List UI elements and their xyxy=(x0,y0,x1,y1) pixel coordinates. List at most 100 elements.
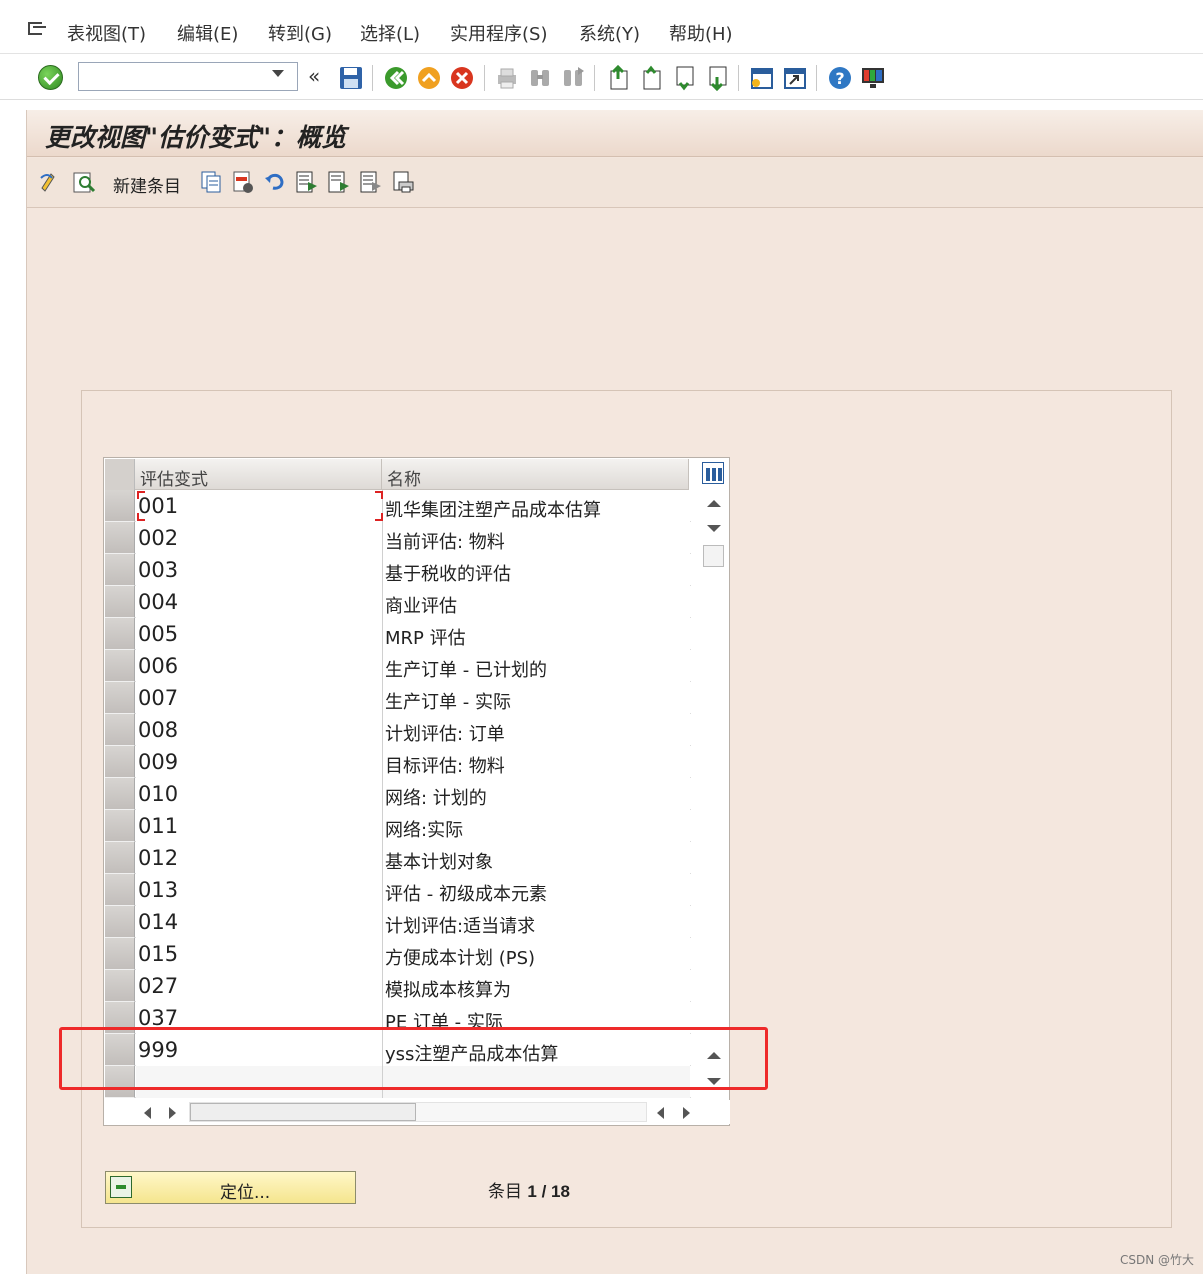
table-settings-icon[interactable] xyxy=(702,462,724,484)
variant-cell[interactable]: 008 xyxy=(136,714,383,746)
menu-utilities[interactable]: 实用程序(S) xyxy=(450,20,547,46)
row-selector[interactable] xyxy=(105,490,135,522)
find-icon[interactable] xyxy=(527,65,553,91)
menu-system[interactable]: 系统(Y) xyxy=(579,20,640,46)
variant-cell[interactable]: 010 xyxy=(136,778,383,810)
row-selector[interactable] xyxy=(105,554,135,586)
menu-table-view[interactable]: 表视图(T) xyxy=(67,20,146,46)
row-selector[interactable] xyxy=(105,778,135,810)
name-cell[interactable]: 模拟成本核算为 xyxy=(383,970,690,1002)
display-find-icon[interactable] xyxy=(72,170,96,194)
column-header-variant[interactable]: 评估变式 xyxy=(135,459,382,490)
copy-as-icon[interactable] xyxy=(199,170,223,194)
command-dropdown-icon[interactable] xyxy=(272,70,284,77)
variant-cell[interactable]: 004 xyxy=(136,586,383,618)
column-header-name[interactable]: 名称 xyxy=(382,459,689,490)
vertical-scrollbar[interactable] xyxy=(702,490,726,1098)
print-list-icon[interactable] xyxy=(391,170,415,194)
variant-cell[interactable]: 012 xyxy=(136,842,383,874)
name-cell[interactable]: 基本计划对象 xyxy=(383,842,690,874)
previous-page-icon[interactable] xyxy=(638,65,664,91)
scroll-up-icon[interactable] xyxy=(707,500,721,507)
name-cell[interactable]: 计划评估:适当请求 xyxy=(383,906,690,938)
row-selector[interactable] xyxy=(105,906,135,938)
collapse-command-icon[interactable]: « xyxy=(308,64,320,88)
scroll-down-icon[interactable] xyxy=(707,525,721,532)
scroll-left-icon[interactable] xyxy=(144,1107,151,1119)
last-page-icon[interactable] xyxy=(704,65,730,91)
select-block-icon[interactable] xyxy=(327,170,351,194)
menu-edit[interactable]: 编辑(E) xyxy=(177,20,238,46)
menu-goto[interactable]: 转到(G) xyxy=(268,20,332,46)
scroll-right-icon[interactable] xyxy=(683,1107,690,1119)
row-selector[interactable] xyxy=(105,618,135,650)
row-selector[interactable] xyxy=(105,970,135,1002)
find-next-icon[interactable] xyxy=(560,65,586,91)
delete-icon[interactable] xyxy=(231,170,255,194)
variant-cell[interactable]: 013 xyxy=(136,874,383,906)
row-selector[interactable] xyxy=(105,682,135,714)
print-icon[interactable] xyxy=(494,65,520,91)
name-cell[interactable]: 凯华集团注塑产品成本估算 xyxy=(383,490,690,522)
row-selector[interactable] xyxy=(105,586,135,618)
horizontal-scrollbar[interactable] xyxy=(134,1100,730,1124)
scroll-left-icon[interactable] xyxy=(657,1107,664,1119)
undo-change-icon[interactable] xyxy=(263,170,287,194)
row-selector[interactable] xyxy=(105,938,135,970)
name-cell[interactable]: 目标评估: 物料 xyxy=(383,746,690,778)
row-selector[interactable] xyxy=(105,810,135,842)
variant-cell[interactable]: 003 xyxy=(136,554,383,586)
name-cell[interactable]: 生产订单 - 实际 xyxy=(383,682,690,714)
row-selector[interactable] xyxy=(105,650,135,682)
name-cell[interactable]: 计划评估: 订单 xyxy=(383,714,690,746)
variant-cell[interactable]: 006 xyxy=(136,650,383,682)
row-selector[interactable] xyxy=(105,746,135,778)
create-session-icon[interactable] xyxy=(749,65,775,91)
scroll-thumb[interactable] xyxy=(703,545,724,567)
name-cell[interactable]: 方便成本计划 (PS) xyxy=(383,938,690,970)
menu-toggle-icon[interactable] xyxy=(26,20,48,38)
back-icon[interactable] xyxy=(383,65,409,91)
name-cell[interactable]: 基于税收的评估 xyxy=(383,554,690,586)
name-cell[interactable]: 商业评估 xyxy=(383,586,690,618)
variant-cell[interactable]: 027 xyxy=(136,970,383,1002)
select-all-header[interactable] xyxy=(105,459,135,490)
row-selector[interactable] xyxy=(105,842,135,874)
variant-cell[interactable]: 014 xyxy=(136,906,383,938)
name-cell[interactable]: 当前评估: 物料 xyxy=(383,522,690,554)
name-cell[interactable]: 评估 - 初级成本元素 xyxy=(383,874,690,906)
variant-cell[interactable]: 009 xyxy=(136,746,383,778)
exit-icon[interactable] xyxy=(416,65,442,91)
display-change-icon[interactable] xyxy=(39,170,63,194)
position-button[interactable]: 定位... xyxy=(105,1171,356,1204)
next-page-icon[interactable] xyxy=(671,65,697,91)
menu-help[interactable]: 帮助(H) xyxy=(669,20,733,46)
scroll-right-icon[interactable] xyxy=(169,1107,176,1119)
scroll-thumb[interactable] xyxy=(190,1103,416,1121)
name-cell[interactable]: MRP 评估 xyxy=(383,618,690,650)
shortcut-icon[interactable] xyxy=(782,65,808,91)
variant-cell[interactable]: 002 xyxy=(136,522,383,554)
new-entries-button[interactable]: 新建条目 xyxy=(113,172,181,197)
select-all-icon[interactable] xyxy=(295,170,319,194)
help-icon[interactable]: ? xyxy=(827,65,853,91)
save-icon[interactable] xyxy=(338,65,364,91)
variant-cell[interactable]: 011 xyxy=(136,810,383,842)
menu-selection[interactable]: 选择(L) xyxy=(360,20,420,46)
name-cell[interactable]: 网络:实际 xyxy=(383,810,690,842)
cancel-icon[interactable] xyxy=(449,65,475,91)
enter-icon[interactable] xyxy=(38,65,63,90)
variant-cell[interactable]: 007 xyxy=(136,682,383,714)
row-selector[interactable] xyxy=(105,522,135,554)
variant-cell[interactable]: 015 xyxy=(136,938,383,970)
first-page-icon[interactable] xyxy=(605,65,631,91)
deselect-all-icon[interactable] xyxy=(359,170,383,194)
row-selector[interactable] xyxy=(105,874,135,906)
customize-layout-icon[interactable] xyxy=(860,65,886,91)
name-cell[interactable]: 生产订单 - 已计划的 xyxy=(383,650,690,682)
row-selector[interactable] xyxy=(105,714,135,746)
variant-cell[interactable]: 005 xyxy=(136,618,383,650)
command-field[interactable] xyxy=(78,62,298,91)
variant-cell[interactable]: 001 xyxy=(136,490,383,522)
scroll-track[interactable] xyxy=(189,1102,647,1122)
